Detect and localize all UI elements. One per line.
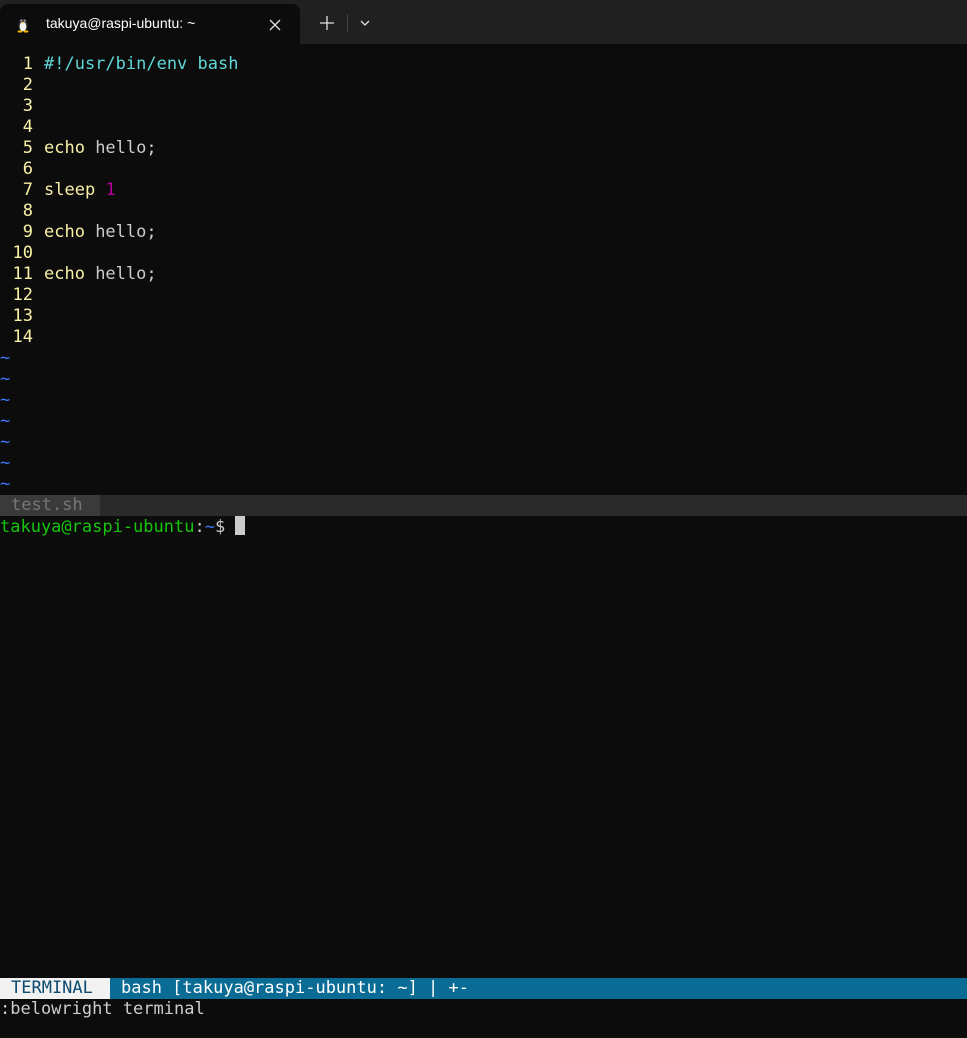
terminal-mode-label: TERMINAL bbox=[0, 978, 110, 999]
editor-line[interactable]: 14 bbox=[0, 327, 967, 348]
empty-line-tilde: ~ bbox=[0, 348, 11, 368]
line-code: echo hello; bbox=[44, 264, 157, 285]
buffer-filename: test.sh bbox=[0, 495, 100, 516]
code-token: echo bbox=[44, 264, 85, 284]
line-number: 9 bbox=[22, 222, 33, 242]
editor-line[interactable]: 6 bbox=[0, 159, 967, 180]
title-bar: takuya@raspi-ubuntu: ~ bbox=[0, 0, 967, 44]
status-line-fill bbox=[100, 495, 967, 516]
code-token: hello; bbox=[84, 222, 157, 242]
status-line-fill bbox=[506, 978, 967, 999]
terminal-tab[interactable]: takuya@raspi-ubuntu: ~ bbox=[0, 4, 300, 44]
editor-line[interactable]: 5 echo hello; bbox=[0, 138, 967, 159]
line-number: 6 bbox=[22, 159, 33, 179]
empty-line-tilde: ~ bbox=[0, 390, 11, 410]
editor-line[interactable]: 4 bbox=[0, 117, 967, 138]
line-number: 10 bbox=[12, 243, 33, 263]
empty-line-tilde: ~ bbox=[0, 432, 11, 452]
plus-icon[interactable] bbox=[314, 10, 340, 36]
code-token: echo bbox=[44, 138, 85, 158]
prompt-dollar: $ bbox=[214, 517, 236, 537]
editor-line[interactable]: 8 bbox=[0, 201, 967, 222]
text-cursor bbox=[235, 516, 246, 535]
empty-line-tilde: ~ bbox=[0, 369, 11, 389]
linux-penguin-icon bbox=[14, 15, 32, 33]
code-token: 1 bbox=[105, 180, 116, 200]
prompt-separator: : bbox=[194, 517, 205, 537]
editor-line[interactable]: 1 #!/usr/bin/env bash bbox=[0, 54, 967, 75]
empty-line-tilde: ~ bbox=[0, 411, 11, 431]
vim-status-line: test.sh bbox=[0, 495, 967, 516]
line-number: 5 bbox=[22, 138, 33, 158]
prompt-user: takuya@raspi-ubuntu bbox=[0, 517, 195, 537]
line-code: sleep 1 bbox=[44, 180, 116, 201]
line-code: echo hello; bbox=[44, 222, 157, 243]
editor-line[interactable]: 9 echo hello; bbox=[0, 222, 967, 243]
terminal-info-label: bash [takuya@raspi-ubuntu: ~] | +- bbox=[110, 978, 506, 999]
line-number: 8 bbox=[22, 201, 33, 221]
terminal-status-line: TERMINAL bash [takuya@raspi-ubuntu: ~] |… bbox=[0, 978, 967, 999]
line-number: 14 bbox=[12, 327, 33, 347]
line-code: #!/usr/bin/env bash bbox=[44, 54, 238, 75]
line-number: 1 bbox=[22, 54, 33, 74]
tab-separator bbox=[347, 14, 348, 32]
empty-line-tilde: ~ bbox=[0, 453, 11, 473]
code-token: #!/usr/bin/env bash bbox=[44, 54, 239, 74]
line-number: 3 bbox=[22, 96, 33, 116]
prompt-path: ~ bbox=[204, 517, 215, 537]
code-token: sleep bbox=[44, 180, 96, 200]
editor-line[interactable]: 11 echo hello; bbox=[0, 264, 967, 285]
editor-line[interactable]: 10 bbox=[0, 243, 967, 264]
vim-editor-pane[interactable]: 1 #!/usr/bin/env bash 2 3 4 5 echo hello; 6 7 sle… bbox=[0, 54, 967, 495]
editor-line[interactable]: 2 bbox=[0, 75, 967, 96]
close-icon[interactable] bbox=[264, 14, 286, 36]
editor-line[interactable]: 3 bbox=[0, 96, 967, 117]
line-code: echo hello; bbox=[44, 138, 157, 159]
line-number: 4 bbox=[22, 117, 33, 137]
terminal-prompt[interactable]: takuya@raspi-ubuntu:~$ bbox=[0, 516, 246, 537]
editor-line[interactable]: 13 bbox=[0, 306, 967, 327]
line-number: 13 bbox=[12, 306, 33, 326]
chevron-down-icon[interactable] bbox=[352, 10, 378, 36]
code-token: echo bbox=[44, 222, 85, 242]
vim-command-line[interactable]: :belowright terminal bbox=[0, 999, 205, 1020]
line-number: 7 bbox=[22, 180, 33, 200]
editor-line[interactable]: 12 bbox=[0, 285, 967, 306]
line-number: 2 bbox=[22, 75, 33, 95]
empty-line-tilde: ~ bbox=[0, 474, 11, 494]
editor-line[interactable]: 7 sleep 1 bbox=[0, 180, 967, 201]
line-number: 12 bbox=[12, 285, 33, 305]
line-number: 11 bbox=[12, 264, 33, 284]
code-token: hello; bbox=[84, 264, 157, 284]
tab-title: takuya@raspi-ubuntu: ~ bbox=[46, 15, 196, 31]
code-token: hello; bbox=[84, 138, 157, 158]
